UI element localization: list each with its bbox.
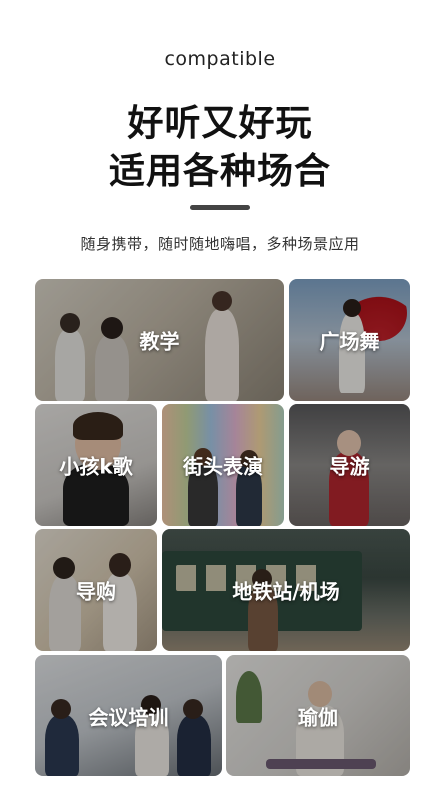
divider bbox=[190, 205, 250, 210]
scene-label: 街头表演 bbox=[183, 454, 263, 479]
scene-tile-kids-karaoke: 小孩k歌 bbox=[35, 404, 157, 526]
subtitle-text: 随身携带，随时随地嗨唱，多种场景应用 bbox=[80, 235, 360, 253]
scene-label: 小孩k歌 bbox=[59, 454, 133, 479]
headline-line-2: 适用各种场合 bbox=[108, 151, 331, 192]
scene-tile-teaching: 教学 bbox=[35, 279, 284, 401]
scene-label: 导游 bbox=[329, 454, 370, 479]
scene-tile-street-performance: 街头表演 bbox=[162, 404, 284, 526]
scene-tile-shopping-guide: 导购 bbox=[35, 529, 157, 651]
scene-label: 瑜伽 bbox=[298, 705, 338, 729]
scene-tile-square-dance: 广场舞 bbox=[289, 279, 410, 401]
scene-tile-subway-airport: 地铁站/机场 bbox=[162, 529, 410, 651]
scene-tile-meeting-training: 会议培训 bbox=[35, 655, 222, 776]
headline-line-1: 好听又好玩 bbox=[127, 103, 313, 144]
eyebrow-text: compatible bbox=[164, 48, 276, 70]
scene-label: 广场舞 bbox=[319, 329, 380, 354]
scene-label: 地铁站/机场 bbox=[232, 579, 340, 604]
scene-label: 会议培训 bbox=[88, 705, 169, 729]
scene-label: 教学 bbox=[139, 329, 180, 354]
scene-tile-tour-guide: 导游 bbox=[289, 404, 410, 526]
scene-tile-yoga: 瑜伽 bbox=[226, 655, 410, 776]
scene-label: 导购 bbox=[76, 579, 116, 604]
